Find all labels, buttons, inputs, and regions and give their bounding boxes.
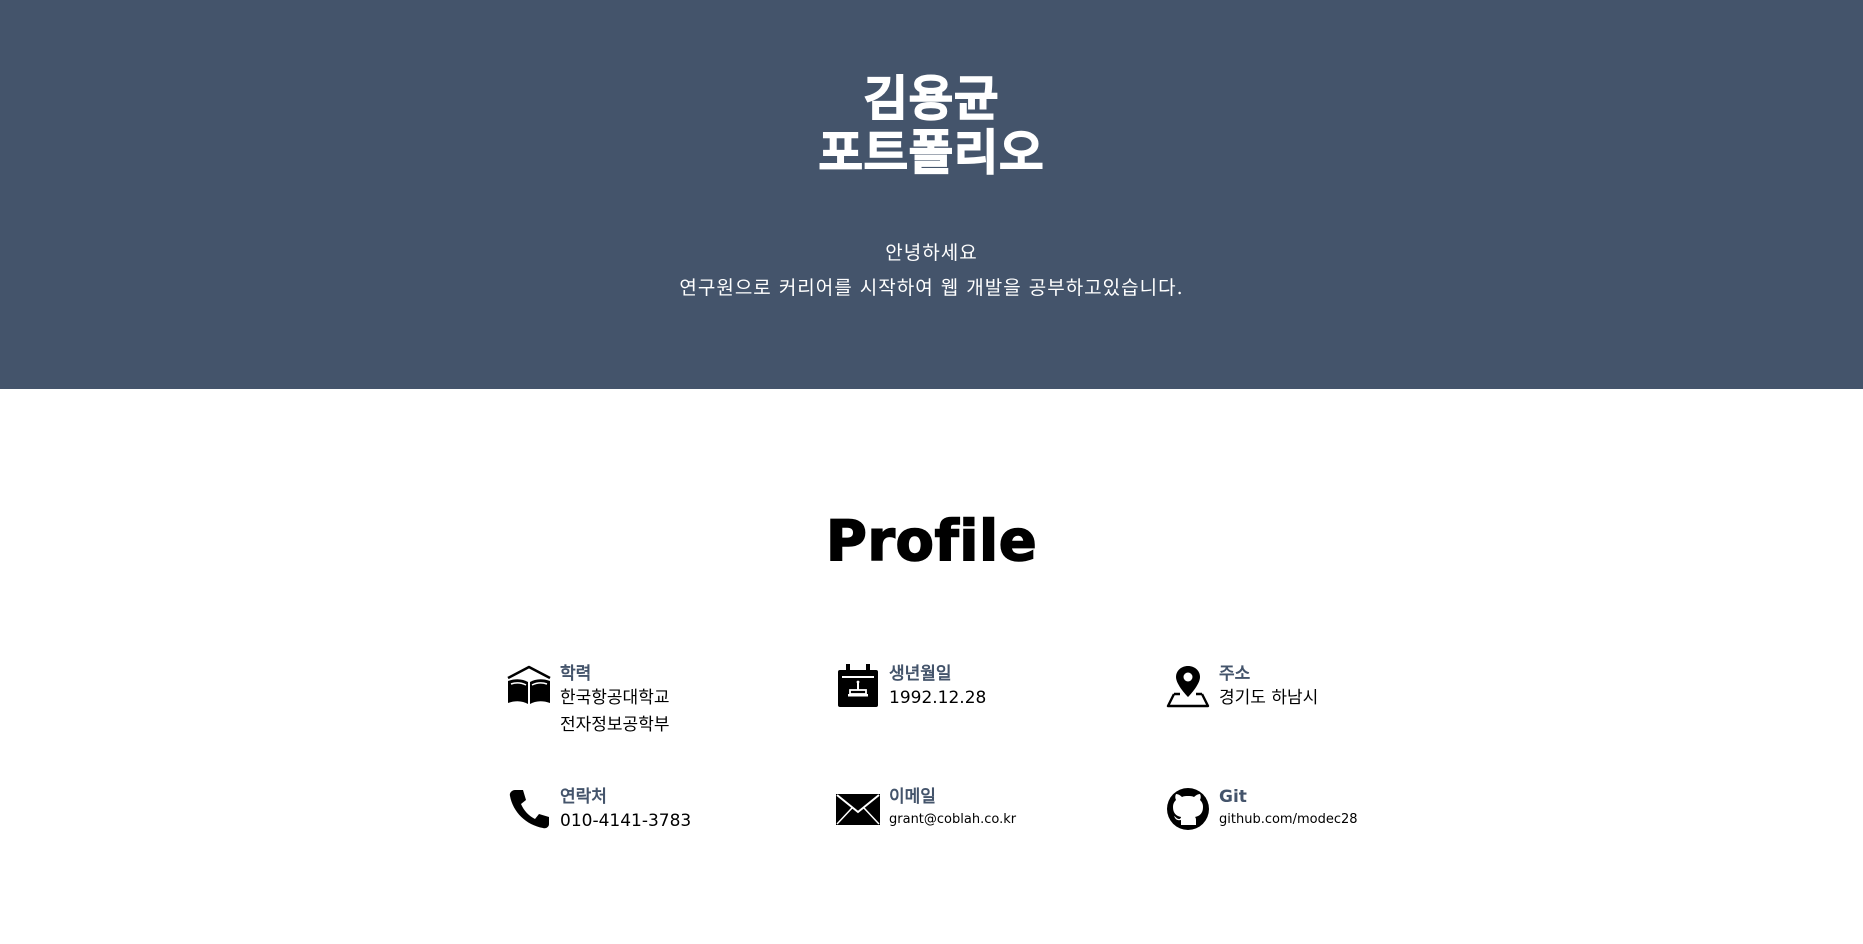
profile-item-education: 학력 한국항공대학교 전자정보공학부 (506, 663, 669, 739)
hero-title-name: 김용균 (863, 71, 1000, 127)
git-label: Git (1219, 787, 1247, 807)
envelope-icon (835, 786, 881, 832)
education-school: 한국항공대학교 (560, 688, 670, 708)
contact-value: 010-4141-3783 (560, 811, 692, 831)
git-value[interactable]: github.com/modec28 (1219, 808, 1358, 832)
birthdate-label: 생년월일 (889, 664, 952, 684)
email-value[interactable]: grant@coblah.co.kr (889, 808, 1016, 832)
profile-title: Profile (825, 508, 1038, 575)
github-icon (1165, 786, 1211, 832)
address-value: 경기도 하남시 (1219, 688, 1319, 708)
phone-icon (506, 786, 552, 832)
greeting-intro: 연구원으로 커리어를 시작하여 웹 개발을 공부하고있습니다. (679, 277, 1184, 299)
profile-item-birthdate: 생년월일 1992.12.28 (835, 663, 986, 712)
greeting-hello: 안녕하세요 (885, 242, 978, 264)
book-icon (506, 663, 552, 709)
hero-section: 김용균 포트폴리오 안녕하세요 연구원으로 커리어를 시작하여 웹 개발을 공부… (0, 0, 1863, 389)
education-major: 전자정보공학부 (560, 715, 670, 735)
hero-greeting: 안녕하세요 연구원으로 커리어를 시작하여 웹 개발을 공부하고있습니다. (0, 236, 1863, 306)
contact-label: 연락처 (560, 787, 607, 807)
map-pin-icon (1165, 663, 1211, 709)
education-value: 한국항공대학교 전자정보공학부 (560, 685, 669, 739)
email-label: 이메일 (889, 787, 936, 807)
hero-title-portfolio: 포트폴리오 (818, 125, 1045, 181)
profile-item-contact: 연락처 010-4141-3783 (506, 786, 691, 835)
education-label: 학력 (560, 664, 592, 684)
profile-item-git: Git github.com/modec28 (1165, 786, 1358, 832)
hero-title: 김용균 포트폴리오 (0, 71, 1863, 181)
birthdate-value: 1992.12.28 (889, 688, 987, 708)
address-label: 주소 (1219, 664, 1251, 684)
profile-item-address: 주소 경기도 하남시 (1165, 663, 1318, 712)
profile-item-email: 이메일 grant@coblah.co.kr (835, 786, 1016, 832)
calendar-cake-icon (835, 663, 881, 709)
